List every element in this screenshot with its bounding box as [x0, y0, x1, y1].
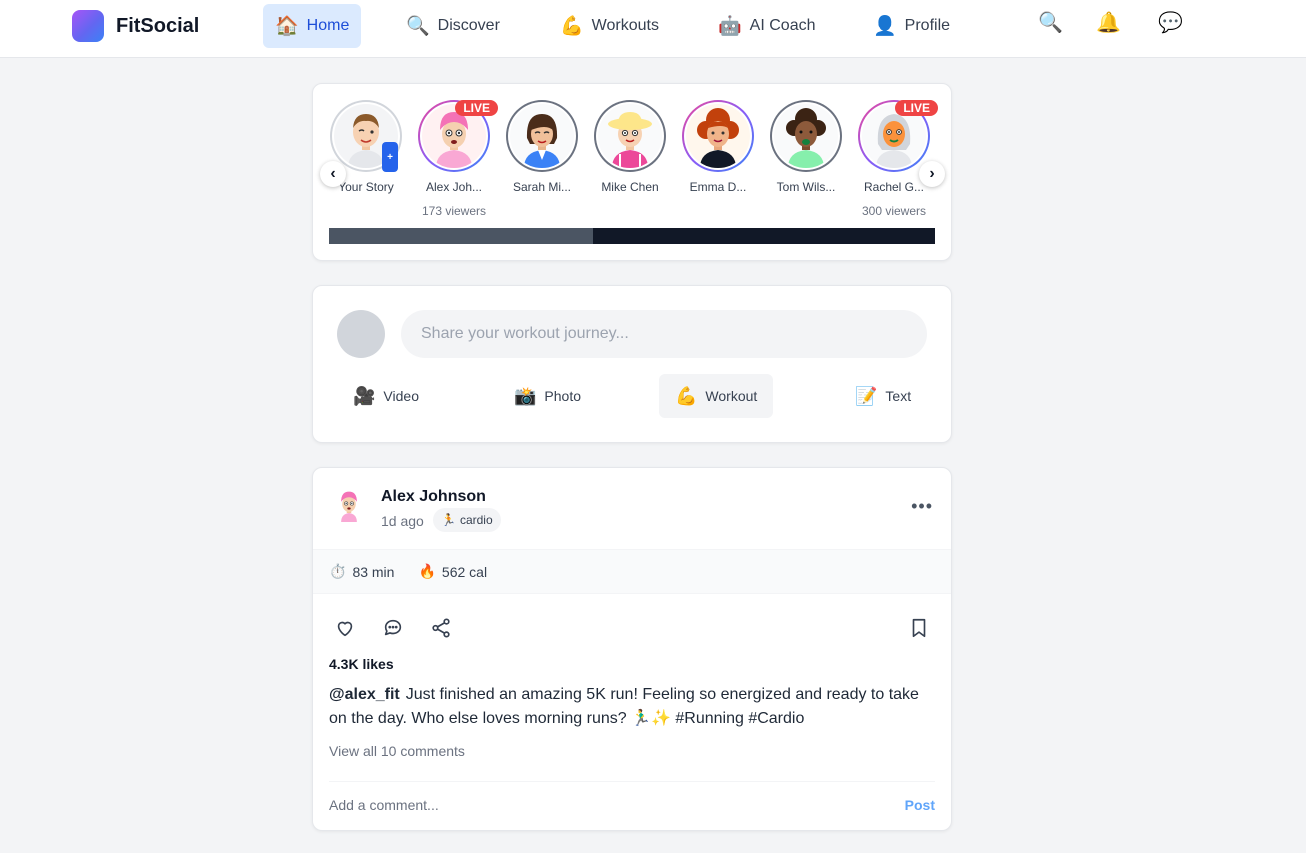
- story-ring: [682, 100, 754, 172]
- post-comment-button[interactable]: Post: [905, 797, 935, 813]
- stories-scrollbar[interactable]: [329, 228, 935, 244]
- post-category-label: cardio: [459, 513, 493, 527]
- scrollbar-thumb[interactable]: [329, 228, 593, 244]
- nav-label-profile: Profile: [904, 17, 951, 34]
- muscle-icon: 💪: [560, 15, 584, 37]
- view-comments-link[interactable]: View all 10 comments: [329, 743, 465, 759]
- composer-workout-button[interactable]: 💪 Workout: [659, 374, 774, 418]
- story-tom[interactable]: Tom Wils...: [766, 100, 846, 194]
- stories-prev-button[interactable]: ‹: [320, 161, 346, 187]
- nav-discover[interactable]: 🔍 Discover: [394, 4, 512, 48]
- nav-workouts[interactable]: 💪 Workouts: [548, 4, 671, 48]
- nav-label-workouts: Workouts: [591, 17, 659, 34]
- composer-action-label: Workout: [705, 388, 758, 404]
- app-logo[interactable]: FitSocial: [72, 10, 199, 42]
- bell-icon[interactable]: 🔔: [1096, 13, 1121, 33]
- fire-icon: 🔥: [418, 563, 436, 579]
- stopwatch-icon: ⏱️: [329, 563, 347, 579]
- video-camera-icon: 🎥: [353, 386, 376, 406]
- post-timestamp: 1d ago: [381, 513, 424, 529]
- avatar[interactable]: [331, 486, 367, 522]
- feed-post: Alex Johnson 1d ago 🏃 cardio ••• ⏱️ 83 m…: [312, 467, 952, 831]
- caption-text: Just finished an amazing 5K run! Feeling…: [329, 686, 919, 727]
- nav-ai-coach[interactable]: 🤖 AI Coach: [706, 4, 827, 48]
- story-name: Sarah Mi...: [512, 180, 572, 194]
- post-author-name[interactable]: Alex Johnson: [381, 488, 486, 506]
- magnifier-icon: 🔍: [406, 15, 430, 37]
- search-icon[interactable]: 🔍: [1038, 13, 1063, 33]
- robot-icon: 🤖: [718, 15, 742, 37]
- story-name: Mike Chen: [601, 180, 659, 194]
- post-caption: @alex_fit Just finished an amazing 5K run…: [329, 683, 935, 731]
- live-badge: LIVE: [455, 100, 498, 116]
- stories-next-button[interactable]: ›: [919, 161, 945, 187]
- heart-icon[interactable]: [331, 614, 359, 642]
- calories-stat: 🔥 562 cal: [418, 563, 487, 580]
- camera-icon: 📸: [514, 386, 537, 406]
- story-viewers: 173 viewers: [421, 204, 487, 218]
- story-rachel[interactable]: LIVE Rachel G... 300 viewers: [854, 100, 938, 218]
- divider: [329, 781, 935, 782]
- story-mike[interactable]: Mike Chen: [590, 100, 670, 194]
- more-options-icon[interactable]: •••: [911, 496, 933, 517]
- avatar: [774, 104, 838, 168]
- post-composer: 🎥 Video 📸 Photo 💪 Workout 📝 Text: [312, 285, 952, 443]
- story-emma[interactable]: Emma D...: [678, 100, 758, 194]
- workout-stats-bar: ⏱️ 83 min 🔥 562 cal: [313, 549, 951, 594]
- avatar: [686, 104, 750, 168]
- logo-mark-icon: [72, 10, 104, 42]
- home-icon: 🏠: [275, 15, 299, 37]
- stories-card: + Your Story LIVE Alex Joh... 173 viewer…: [312, 83, 952, 261]
- nav-label-ai-coach: AI Coach: [749, 17, 816, 34]
- user-icon: 👤: [873, 15, 897, 37]
- live-badge: LIVE: [895, 100, 938, 116]
- duration-stat: ⏱️ 83 min: [329, 563, 394, 580]
- share-icon[interactable]: [427, 614, 455, 642]
- top-navigation: FitSocial 🏠 Home 🔍 Discover 💪 Workouts 🤖…: [0, 0, 1306, 58]
- caption-username[interactable]: @alex_fit: [329, 686, 400, 703]
- avatar: [598, 104, 662, 168]
- story-name: Tom Wils...: [776, 180, 836, 194]
- composer-action-label: Text: [885, 388, 912, 404]
- app-name: FitSocial: [116, 14, 200, 37]
- story-name: Alex Joh...: [425, 180, 483, 194]
- story-ring: [594, 100, 666, 172]
- nav-label-home: Home: [306, 17, 350, 34]
- calories-value: 562 cal: [441, 563, 488, 580]
- comment-icon[interactable]: [379, 614, 407, 642]
- composer-video-button[interactable]: 🎥 Video: [337, 374, 435, 418]
- story-viewers: 300 viewers: [861, 204, 927, 218]
- story-sarah[interactable]: Sarah Mi...: [502, 100, 582, 194]
- chat-bubble-icon[interactable]: 💬: [1158, 13, 1183, 33]
- bookmark-icon[interactable]: [905, 614, 933, 642]
- composer-action-label: Photo: [544, 388, 582, 404]
- nav-profile[interactable]: 👤 Profile: [861, 4, 962, 48]
- story-name: Emma D...: [689, 180, 747, 194]
- add-story-icon[interactable]: +: [382, 142, 398, 172]
- avatar: [337, 310, 385, 358]
- nav-home[interactable]: 🏠 Home: [263, 4, 362, 48]
- composer-input[interactable]: [401, 310, 927, 358]
- composer-text-button[interactable]: 📝 Text: [839, 374, 927, 418]
- memo-icon: 📝: [855, 386, 878, 406]
- composer-photo-button[interactable]: 📸 Photo: [498, 374, 597, 418]
- avatar: [510, 104, 574, 168]
- post-category-badge: 🏃 cardio: [433, 508, 501, 532]
- likes-count[interactable]: 4.3K likes: [329, 656, 394, 672]
- comment-input[interactable]: [329, 794, 869, 816]
- muscle-icon: 💪: [675, 386, 698, 406]
- story-alex[interactable]: LIVE Alex Joh... 173 viewers: [414, 100, 498, 218]
- duration-value: 83 min: [352, 563, 395, 580]
- story-ring: [770, 100, 842, 172]
- composer-action-label: Video: [383, 388, 419, 404]
- story-ring: [506, 100, 578, 172]
- runner-icon: 🏃: [441, 513, 456, 527]
- nav-label-discover: Discover: [437, 17, 500, 34]
